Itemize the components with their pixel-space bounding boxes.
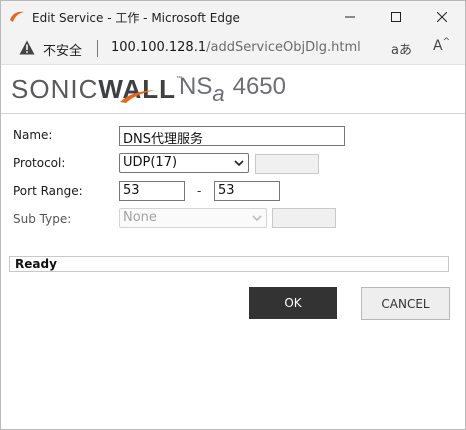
device-model: NSa 4650 [179, 73, 286, 106]
sub-type-extra-input [272, 208, 336, 228]
window-title: Edit Service - 工作 - Microsoft Edge [32, 11, 240, 25]
minimize-button[interactable] [327, 1, 373, 32]
name-input[interactable]: DNS代理服务 [119, 126, 345, 147]
text-size-icon-letter: A [433, 38, 443, 54]
model-prefix: NS [179, 73, 213, 100]
logo-text-wall: WALL [98, 74, 176, 104]
sonicwall-logo: SONICWALL ™ [11, 74, 183, 105]
read-aloud-icon[interactable]: aあ [391, 39, 412, 58]
port-range-separator: - [197, 184, 202, 198]
url-host: 100.100.128.1 [111, 40, 207, 55]
sub-type-label: Sub Type: [13, 212, 72, 226]
browser-window: Edit Service - 工作 - Microsoft Edge 不安全 1… [0, 0, 466, 430]
maximize-button[interactable] [373, 1, 419, 32]
protocol-number-input [255, 154, 319, 174]
close-icon [437, 11, 447, 22]
security-label[interactable]: 不安全 [43, 40, 82, 59]
close-button[interactable] [419, 1, 465, 32]
address-divider [97, 40, 98, 57]
minimize-icon [345, 16, 355, 17]
status-text: Ready [15, 257, 57, 271]
logo-header: SONICWALL ™ NSa 4650 [1, 65, 465, 113]
port-range-label: Port Range: [13, 184, 83, 198]
model-subscript: a [212, 81, 225, 106]
header-divider [1, 113, 465, 114]
url-field[interactable]: 100.100.128.1/addServiceObjDlg.html [111, 40, 361, 55]
model-number: 4650 [232, 73, 286, 100]
ok-button[interactable]: OK [249, 287, 337, 319]
logo-text-sonic: SONIC [11, 74, 99, 104]
address-bar: 不安全 100.100.128.1/addServiceObjDlg.html … [1, 32, 465, 65]
title-bar: Edit Service - 工作 - Microsoft Edge [1, 1, 465, 32]
text-size-icon-sup: ^ [442, 37, 451, 47]
logo-swoosh-icon [120, 90, 156, 103]
port-range-to-input[interactable]: 53 [214, 181, 280, 201]
sub-type-select: None [119, 208, 267, 228]
url-path: /addServiceObjDlg.html [206, 40, 361, 55]
name-label: Name: [13, 128, 53, 142]
cancel-button[interactable]: CANCEL [361, 287, 450, 320]
protocol-select-value: UDP(17) [123, 155, 178, 170]
protocol-label: Protocol: [13, 156, 66, 170]
status-bar: Ready [9, 256, 449, 272]
chevron-down-icon [252, 215, 262, 222]
protocol-select[interactable]: UDP(17) [119, 153, 249, 173]
text-size-icon[interactable]: A^ [433, 37, 451, 54]
chevron-down-icon [234, 160, 244, 167]
sub-type-select-value: None [123, 210, 157, 225]
maximize-icon [391, 11, 401, 22]
sonicwall-app-icon [10, 11, 24, 22]
port-range-from-input[interactable]: 53 [119, 181, 185, 201]
warning-icon[interactable] [19, 40, 35, 55]
